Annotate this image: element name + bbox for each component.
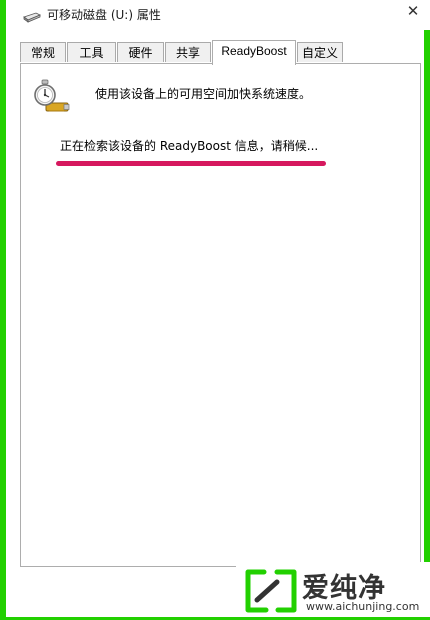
screenshot-frame: 可移动磁盘 (U:) 属性 ✕ 常规 工具 硬件 共享 ReadyBoost 自… xyxy=(0,0,430,620)
tab-tools[interactable]: 工具 xyxy=(67,42,116,62)
annotation-underline xyxy=(56,161,326,166)
window-title: 可移动磁盘 (U:) 属性 xyxy=(47,8,161,22)
tab-customize[interactable]: 自定义 xyxy=(297,42,343,62)
tab-hardware[interactable]: 硬件 xyxy=(117,42,164,62)
aichunjing-logo-icon xyxy=(244,568,298,618)
tab-sharing[interactable]: 共享 xyxy=(165,42,211,62)
tab-readyboost[interactable]: ReadyBoost xyxy=(212,40,296,65)
readyboost-panel: 使用该设备上的可用空间加快系统速度。 正在检索该设备的 ReadyBoost 信… xyxy=(20,63,421,567)
title-bar: 可移动磁盘 (U:) 属性 ✕ xyxy=(12,0,430,30)
watermark-url: www.aichunjing.com xyxy=(306,600,420,613)
watermark: 爱纯净 www.aichunjing.com xyxy=(236,562,430,617)
tab-bar: 常规 工具 硬件 共享 ReadyBoost 自定义 xyxy=(20,40,420,65)
close-button[interactable]: ✕ xyxy=(402,2,424,22)
drive-icon xyxy=(23,8,41,27)
readyboost-description: 使用该设备上的可用空间加快系统速度。 xyxy=(95,87,312,101)
readyboost-icon xyxy=(34,79,70,119)
readyboost-status-text: 正在检索该设备的 ReadyBoost 信息，请稍候... xyxy=(60,139,319,153)
tab-general[interactable]: 常规 xyxy=(20,42,66,62)
